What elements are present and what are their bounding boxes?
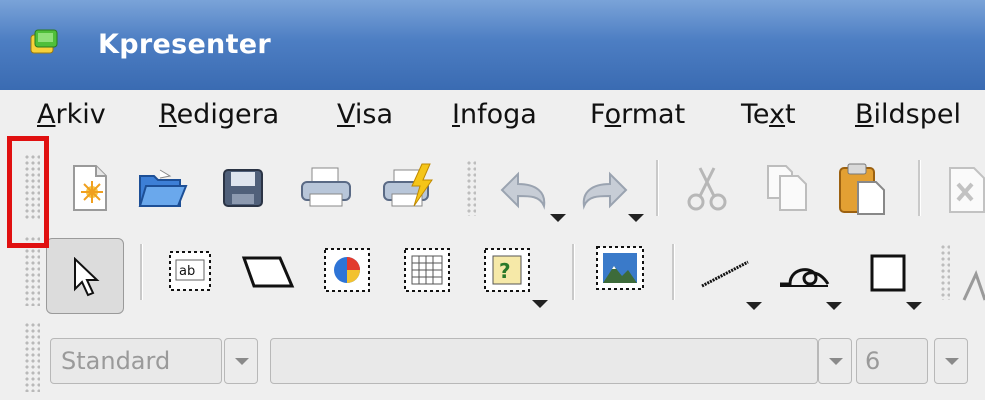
format-toolbar: Standard 6 [0,314,985,400]
open-folder-icon[interactable] [136,166,188,212]
print-icon[interactable] [298,164,354,210]
toolbar-separator [466,160,476,216]
main-toolbar [0,146,985,228]
rectangle-tool-icon[interactable] [866,252,932,314]
svg-text:?: ? [499,259,511,283]
text-box-tool-icon[interactable]: ab [166,248,214,294]
save-icon[interactable] [220,166,266,210]
quick-print-icon[interactable] [382,162,438,212]
toolbar-separator [940,244,950,300]
table-tool-icon[interactable] [402,246,452,294]
paste-icon[interactable] [836,160,890,216]
menu-format[interactable]: Format [590,99,685,130]
undo-icon[interactable] [494,168,568,224]
copy-icon[interactable] [762,162,812,214]
insert-object-tool-icon[interactable]: ? [482,246,552,312]
style-combo-dropdown-icon[interactable] [224,338,258,384]
menu-arkiv[interactable]: Arkiv [37,99,106,130]
redo-icon[interactable] [572,168,646,224]
line-tool-icon[interactable] [696,256,770,312]
font-size-combo-dropdown-icon[interactable] [934,338,968,384]
menu-text[interactable]: Text [741,99,796,130]
menu-bar: Arkiv Redigera Visa Infoga Format Text B… [0,90,985,146]
title-bar: Kpresenter [0,0,985,91]
font-combo-dropdown-icon[interactable] [818,338,852,384]
curve-tool-icon[interactable] [776,256,850,312]
toolbar-separator [572,244,575,300]
new-document-icon[interactable] [66,162,114,214]
highlight-box [7,136,49,248]
text-tool-icon[interactable] [960,268,985,308]
chart-tool-icon[interactable] [322,246,372,294]
window-title: Kpresenter [98,29,272,60]
menu-arkiv-rest: rkiv [55,99,106,130]
style-combo[interactable]: Standard [50,338,222,384]
freehand-shape-tool-icon[interactable] [240,252,296,292]
menu-bildspel[interactable]: Bildspel [855,99,961,130]
select-tool-button[interactable] [46,238,124,314]
tools-toolbar: ab ? [0,228,985,314]
toolbar-separator [672,244,675,300]
menu-infoga[interactable]: Infoga [452,99,537,130]
font-size-combo[interactable]: 6 [856,338,928,384]
toolbar-separator [918,160,921,216]
kpresenter-app-icon [30,29,58,54]
cut-icon[interactable] [684,164,730,214]
picture-tool-icon[interactable] [594,244,646,292]
menu-redigera[interactable]: Redigera [159,99,279,130]
svg-text:ab: ab [179,264,195,279]
font-size-combo-value: 6 [865,347,881,375]
toolbar-separator [656,160,659,216]
delete-icon[interactable] [944,164,985,214]
menu-visa[interactable]: Visa [337,99,393,130]
toolbar-handle[interactable] [24,322,40,392]
arrow-pointer-icon [74,257,100,297]
font-combo[interactable] [270,338,818,384]
style-combo-value: Standard [61,347,171,375]
toolbar-separator [140,244,143,300]
